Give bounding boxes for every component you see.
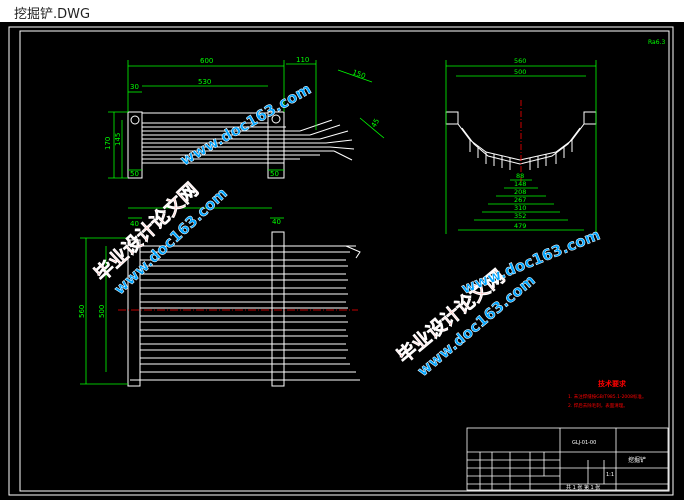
corner-tag: Ra6.3 <box>648 39 665 46</box>
dim-inner: 530 <box>198 78 211 86</box>
svg-text:267: 267 <box>514 196 526 204</box>
top-view-right-post <box>267 111 285 179</box>
dim-extension: 110 <box>296 56 309 64</box>
dim-foot-left: 50 <box>130 170 139 178</box>
sheet-count: 共 1 张 第 1 张 <box>566 484 600 491</box>
dim-height: 170 <box>104 137 112 150</box>
watermark-url-top: www.doc163.com <box>177 80 315 170</box>
svg-text:208: 208 <box>514 188 526 196</box>
front-dim-height-inner: 500 <box>98 305 106 318</box>
front-dim-right: 40 <box>272 218 281 226</box>
notes-title: 技术要求 <box>598 379 627 388</box>
bolt-hole-left <box>130 115 140 125</box>
svg-text:88: 88 <box>516 172 524 180</box>
cad-drawing: Ra6.3 600 530 30 110 150 45 170 145 50 5… <box>8 26 674 496</box>
window-title-bar: 挖掘铲.DWG <box>0 0 684 23</box>
note-1: 1. 未注焊缝按GB/T985.1-2008标准。 <box>568 393 647 400</box>
svg-text:352: 352 <box>514 212 526 220</box>
dim-height-inner: 145 <box>114 133 122 146</box>
side-dim-inner: 500 <box>514 68 526 76</box>
part-name: 挖掘铲 <box>628 456 646 464</box>
svg-text:148: 148 <box>514 180 526 188</box>
side-dim-overall: 560 <box>514 57 526 65</box>
top-view-left-post <box>127 111 143 179</box>
scale: 1:1 <box>606 472 614 478</box>
front-dim-height: 560 <box>78 305 86 318</box>
watermark-left: 毕业设计论文网 www.doc163.com <box>89 178 231 299</box>
drawing-canvas[interactable]: Ra6.3 600 530 30 110 150 45 170 145 50 5… <box>0 22 684 500</box>
note-2: 2. 焊后去除毛刺，表面清理。 <box>568 402 628 409</box>
drawing-number: GLJ-01-00 <box>572 440 596 446</box>
svg-text:www.doc163.com: www.doc163.com <box>177 80 314 170</box>
dim-teeth-len: 150 <box>351 68 366 80</box>
dim-overall: 600 <box>200 57 213 65</box>
window-title: 挖掘铲.DWG <box>14 7 91 22</box>
dim-foot-right: 50 <box>270 170 279 178</box>
dim-left: 30 <box>130 83 139 91</box>
svg-text:479: 479 <box>514 222 526 230</box>
svg-text:310: 310 <box>514 204 526 212</box>
